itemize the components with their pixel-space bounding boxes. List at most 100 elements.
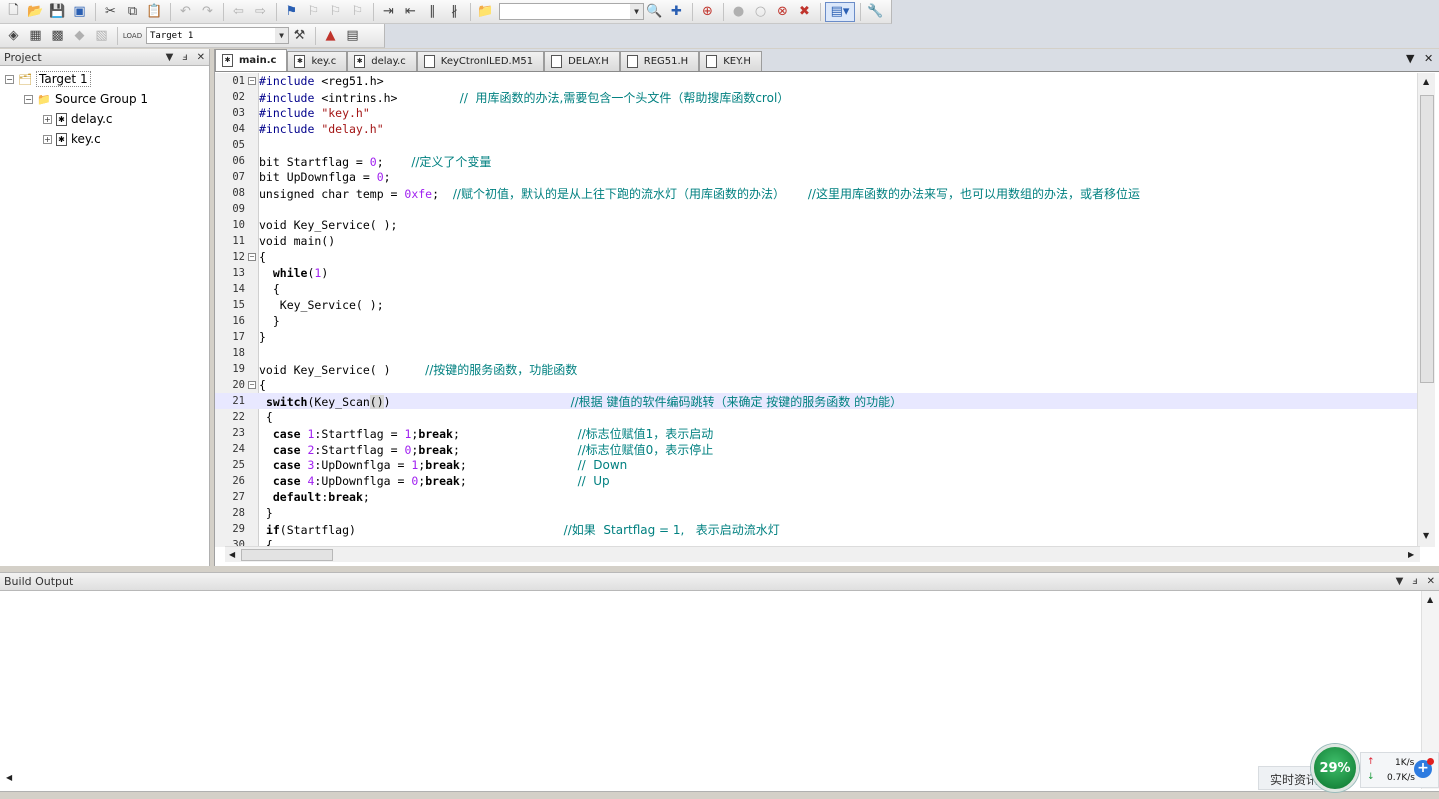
code-line[interactable]: 09: [215, 201, 1418, 217]
code-line[interactable]: 03 #include "key.h": [215, 105, 1418, 121]
fold-collapse-icon[interactable]: −: [248, 77, 256, 85]
tree-item-group[interactable]: − 📁 Source Group 1: [0, 89, 209, 109]
fold-gutter[interactable]: −: [245, 73, 259, 89]
code-line[interactable]: 17}: [215, 329, 1418, 345]
code-line[interactable]: 08 unsigned char temp = 0xfe; //赋个初值，默认的是…: [215, 185, 1418, 201]
breakpoint-icon[interactable]: ●: [728, 2, 749, 22]
undo-icon[interactable]: ↶: [175, 2, 196, 22]
redo-icon[interactable]: ↷: [197, 2, 218, 22]
editor-tab[interactable]: ✱ key.c: [287, 51, 348, 71]
network-monitor-widget[interactable]: 实时资讯 29% ↑ 1K/s ↓ 0.7K/s +: [1258, 744, 1439, 792]
editor-horizontal-scrollbar[interactable]: ◀ ▶: [225, 546, 1420, 562]
code-line[interactable]: 16 }: [215, 313, 1418, 329]
paste-icon[interactable]: 📋: [144, 2, 165, 22]
code-line[interactable]: 20−{: [215, 377, 1418, 393]
fold-gutter[interactable]: −: [245, 377, 259, 393]
save-icon[interactable]: 💾: [47, 2, 68, 22]
fold-collapse-icon[interactable]: −: [248, 381, 256, 389]
scroll-left-icon[interactable]: ◀: [229, 550, 235, 559]
editor-tab[interactable]: DELAY.H: [544, 51, 620, 71]
code-line[interactable]: 19 void Key_Service( ) //按键的服务函数，功能函数: [215, 361, 1418, 377]
close-icon[interactable]: ✕: [1424, 52, 1433, 65]
scroll-thumb[interactable]: [241, 549, 333, 561]
incremental-find-icon[interactable]: ✚: [666, 2, 687, 22]
find-in-files-icon[interactable]: 📁: [475, 2, 496, 22]
editor-tab[interactable]: KeyCtronlLED.M51: [416, 51, 545, 71]
bookmark-icon[interactable]: ⚑: [281, 2, 302, 22]
code-line[interactable]: 05: [215, 137, 1418, 153]
save-all-icon[interactable]: ▣: [69, 2, 90, 22]
pin-icon[interactable]: ⅎ: [182, 52, 187, 63]
code-line[interactable]: 15 Key_Service( );: [215, 297, 1418, 313]
tree-item-file[interactable]: + ✱ key.c: [0, 129, 209, 149]
scroll-right-icon[interactable]: ▶: [1408, 550, 1414, 559]
stop-build-icon[interactable]: ▧: [91, 26, 112, 46]
unindent-icon[interactable]: ⇤: [400, 2, 421, 22]
window-layout-icon[interactable]: ▤▾: [825, 1, 855, 22]
code-editor[interactable]: 01− #include <reg51.h> 02 #include <intrins…: [215, 73, 1418, 547]
target-select[interactable]: Target 1 ▼: [146, 27, 289, 44]
code-line[interactable]: 27 default:break;: [215, 489, 1418, 505]
close-icon[interactable]: ✕: [1427, 576, 1435, 587]
code-line[interactable]: 13 while(1): [215, 265, 1418, 281]
load-download-icon[interactable]: LOAD: [122, 26, 143, 46]
nav-back-icon[interactable]: ⇦: [228, 2, 249, 22]
target-options-icon[interactable]: ⚒: [289, 26, 310, 46]
tree-item-file[interactable]: + ✱ delay.c: [0, 109, 209, 129]
expand-icon[interactable]: +: [43, 134, 52, 144]
find-icon[interactable]: 🔍: [644, 2, 665, 22]
new-file-icon[interactable]: 🗋: [3, 2, 24, 22]
editor-vertical-scrollbar[interactable]: ▲ ▼: [1417, 73, 1435, 547]
code-line[interactable]: 02 #include <intrins.h> // 用库函数的办法,需要包含一个…: [215, 89, 1418, 105]
tab-list-icon[interactable]: ▼: [1406, 52, 1414, 65]
code-line[interactable]: 29 if(Startflag) //如果 Startflag = 1, 表示启…: [215, 521, 1418, 537]
expand-icon[interactable]: +: [43, 114, 52, 124]
scroll-down-icon[interactable]: ▼: [1423, 531, 1429, 540]
prev-bookmark-icon[interactable]: ⚐: [303, 2, 324, 22]
open-folder-icon[interactable]: 📂: [25, 2, 46, 22]
uncomment-icon[interactable]: ∦: [444, 2, 465, 22]
code-line[interactable]: 28 }: [215, 505, 1418, 521]
comment-icon[interactable]: ∥: [422, 2, 443, 22]
pin-icon[interactable]: ⅎ: [1412, 576, 1417, 587]
kill-breakpoints-icon[interactable]: ⊗: [772, 2, 793, 22]
collapse-icon[interactable]: −: [5, 74, 14, 84]
fold-collapse-icon[interactable]: −: [248, 253, 256, 261]
code-line[interactable]: 22 {: [215, 409, 1418, 425]
code-line[interactable]: 25 case 3:UpDownflga = 1;break; // Down: [215, 457, 1418, 473]
code-line[interactable]: 06 bit Startflag = 0; //定义了个变量: [215, 153, 1418, 169]
code-line[interactable]: 10 void Key_Service( );: [215, 217, 1418, 233]
code-line[interactable]: 07 bit UpDownflga = 0;: [215, 169, 1418, 185]
close-icon[interactable]: ✕: [197, 52, 205, 63]
translate-icon[interactable]: ◈: [3, 26, 24, 46]
code-line[interactable]: 18: [215, 345, 1418, 361]
select-packs-icon[interactable]: ▤: [342, 26, 363, 46]
code-line[interactable]: 11 void main(): [215, 233, 1418, 249]
code-line[interactable]: 04 #include "delay.h": [215, 121, 1418, 137]
scroll-left-icon[interactable]: ◀: [6, 773, 12, 782]
panel-menu-icon[interactable]: ▼: [1396, 576, 1404, 587]
rebuild-icon[interactable]: ▩: [47, 26, 68, 46]
disable-breakpoint-icon[interactable]: ○: [750, 2, 771, 22]
nav-forward-icon[interactable]: ⇨: [250, 2, 271, 22]
clear-breakpoints-icon[interactable]: ✖: [794, 2, 815, 22]
scroll-thumb[interactable]: [1420, 95, 1434, 383]
find-combo[interactable]: ▼: [499, 3, 644, 20]
usage-gauge[interactable]: 29%: [1311, 744, 1359, 792]
collapse-icon[interactable]: −: [24, 94, 33, 104]
next-bookmark-icon[interactable]: ⚐: [325, 2, 346, 22]
editor-tab[interactable]: REG51.H: [619, 51, 700, 71]
indent-icon[interactable]: ⇥: [378, 2, 399, 22]
build-output-text[interactable]: [0, 591, 1421, 791]
scroll-up-icon[interactable]: ▲: [1427, 595, 1433, 604]
configure-icon[interactable]: 🔧: [865, 2, 886, 22]
debug-session-icon[interactable]: ⊕: [697, 2, 718, 22]
code-line[interactable]: 21 switch(Key_Scan()) //根据 键值的软件编码跳转（来确定…: [215, 393, 1418, 409]
clear-bookmarks-icon[interactable]: ⚐: [347, 2, 368, 22]
fold-gutter[interactable]: −: [245, 249, 259, 265]
code-line[interactable]: 01− #include <reg51.h>: [215, 73, 1418, 89]
manage-components-icon[interactable]: ▲: [320, 26, 341, 46]
editor-tab[interactable]: ✱ delay.c: [347, 51, 417, 71]
build-icon[interactable]: ▦: [25, 26, 46, 46]
code-line[interactable]: 24 case 2:Startflag = 0;break; //标志位赋值0，…: [215, 441, 1418, 457]
